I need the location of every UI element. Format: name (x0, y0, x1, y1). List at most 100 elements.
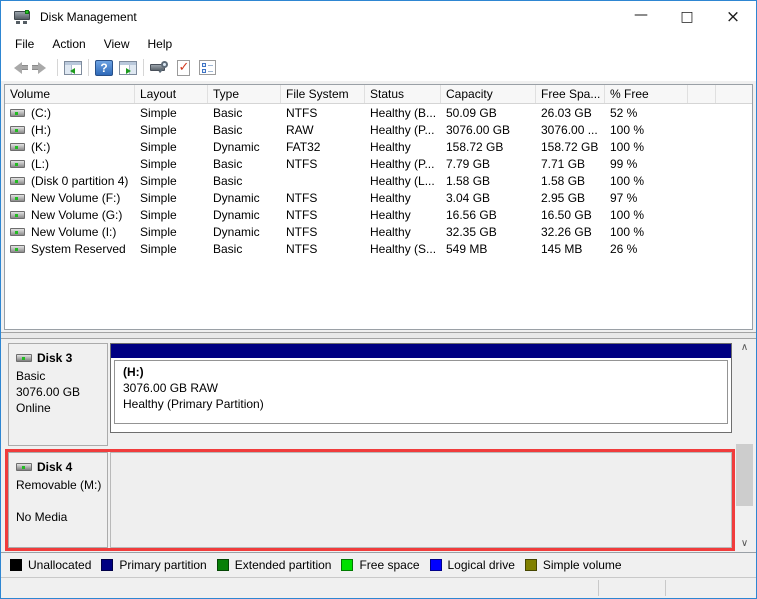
disk3-graph: (H:) 3076.00 GB RAW Healthy (Primary Par… (110, 343, 732, 446)
cell-type: Basic (208, 242, 281, 256)
menu-bar: File Action View Help (1, 33, 756, 54)
column-header-volume[interactable]: Volume (5, 85, 135, 103)
cell-percent-free: 52 % (605, 106, 688, 120)
cell-type: Dynamic (208, 225, 281, 239)
column-header-status[interactable]: Status (365, 85, 441, 103)
table-row[interactable]: New Volume (I:)SimpleDynamicNTFSHealthy3… (5, 223, 752, 240)
cell-type: Basic (208, 157, 281, 171)
cell-free-space: 26.03 GB (536, 106, 605, 120)
disk-icon (16, 463, 32, 471)
rescan-disks-button[interactable] (147, 56, 171, 79)
column-header-layout[interactable]: Layout (135, 85, 208, 103)
menu-help[interactable]: Help (139, 34, 182, 54)
disk4-graph[interactable] (110, 452, 732, 548)
disk3-status: Online (16, 400, 102, 416)
cell-free-space: 145 MB (536, 242, 605, 256)
check-document-icon: ✓ (177, 60, 190, 76)
show-action-pane-button[interactable] (116, 56, 140, 79)
menu-file[interactable]: File (6, 34, 43, 54)
cell-volume: (C:) (5, 106, 135, 120)
scroll-down-button[interactable]: ∨ (736, 535, 753, 552)
disk3-label-panel[interactable]: Disk 3 Basic 3076.00 GB Online (8, 343, 108, 446)
legend-label: Logical drive (448, 558, 515, 572)
cell-capacity: 549 MB (441, 242, 536, 256)
cell-file-system: NTFS (281, 191, 365, 205)
cell-free-space: 7.71 GB (536, 157, 605, 171)
cell-layout: Simple (135, 140, 208, 154)
cell-free-space: 32.26 GB (536, 225, 605, 239)
menu-view[interactable]: View (95, 34, 139, 54)
legend-label: Primary partition (119, 558, 206, 572)
volume-h-rect[interactable]: (H:) 3076.00 GB RAW Healthy (Primary Par… (110, 343, 732, 433)
column-header-file-system[interactable]: File System (281, 85, 365, 103)
legend-item: Free space (341, 558, 419, 572)
cell-type: Dynamic (208, 208, 281, 222)
cell-volume: (Disk 0 partition 4) (5, 174, 135, 188)
volume-h-size: 3076.00 GB RAW (123, 380, 719, 396)
cell-percent-free: 100 % (605, 123, 688, 137)
table-row[interactable]: (H:)SimpleBasicRAWHealthy (P...3076.00 G… (5, 121, 752, 138)
pane-splitter[interactable] (1, 332, 756, 339)
cell-capacity: 1.58 GB (441, 174, 536, 188)
disk4-row: Disk 4 Removable (M:) No Media (8, 452, 732, 548)
cell-percent-free: 100 % (605, 174, 688, 188)
maximize-button[interactable]: □ (664, 1, 710, 33)
column-header-capacity[interactable]: Capacity (441, 85, 536, 103)
scrollbar-thumb[interactable] (736, 444, 753, 506)
cell-percent-free: 26 % (605, 242, 688, 256)
table-row[interactable]: (Disk 0 partition 4)SimpleBasicHealthy (… (5, 172, 752, 189)
help-button[interactable]: ? (92, 56, 116, 79)
disk4-label-panel[interactable]: Disk 4 Removable (M:) No Media (8, 452, 108, 548)
column-header-percent-free[interactable]: % Free (605, 85, 688, 103)
client-area: Volume Layout Type File System Status Ca… (1, 81, 756, 598)
toolbar: ? ✓ (1, 54, 756, 81)
column-header-empty[interactable] (688, 85, 716, 103)
back-arrow-icon (8, 62, 28, 74)
cell-volume: System Reserved (5, 242, 135, 256)
volume-list-header: Volume Layout Type File System Status Ca… (5, 85, 752, 104)
cell-type: Basic (208, 106, 281, 120)
legend-item: Extended partition (217, 558, 332, 572)
cell-status: Healthy (S... (365, 242, 441, 256)
menu-action[interactable]: Action (43, 34, 94, 54)
table-row[interactable]: New Volume (G:)SimpleDynamicNTFSHealthy1… (5, 206, 752, 223)
scrollbar-track[interactable] (736, 356, 753, 535)
cell-layout: Simple (135, 242, 208, 256)
cell-layout: Simple (135, 225, 208, 239)
table-row[interactable]: (L:)SimpleBasicNTFSHealthy (P...7.79 GB7… (5, 155, 752, 172)
check-volume-button[interactable]: ✓ (171, 56, 195, 79)
close-button[interactable]: × (710, 1, 756, 33)
table-row[interactable]: (C:)SimpleBasicNTFSHealthy (B...50.09 GB… (5, 104, 752, 121)
chevron-up-icon: ∧ (741, 342, 748, 353)
help-icon: ? (95, 60, 113, 76)
cell-free-space: 2.95 GB (536, 191, 605, 205)
legend-label: Simple volume (543, 558, 622, 572)
minimize-button[interactable]: — (618, 1, 664, 33)
cell-layout: Simple (135, 106, 208, 120)
window-title: Disk Management (40, 10, 137, 24)
column-header-free-space[interactable]: Free Spa... (536, 85, 605, 103)
show-console-tree-button[interactable] (61, 56, 85, 79)
task-list-button[interactable] (195, 56, 219, 79)
column-header-filler (716, 85, 752, 103)
legend-label: Unallocated (28, 558, 91, 572)
cell-percent-free: 99 % (605, 157, 688, 171)
disk4-spacer (16, 493, 102, 509)
disk3-type: Basic (16, 368, 102, 384)
volume-h-info: (H:) 3076.00 GB RAW Healthy (Primary Par… (114, 360, 728, 424)
volume-icon (10, 109, 25, 117)
forward-button[interactable] (30, 56, 54, 79)
table-row[interactable]: (K:)SimpleDynamicFAT32Healthy158.72 GB15… (5, 138, 752, 155)
legend-item: Unallocated (10, 558, 91, 572)
disk-icon (16, 354, 32, 362)
table-row[interactable]: New Volume (F:)SimpleDynamicNTFSHealthy3… (5, 189, 752, 206)
volume-icon (10, 177, 25, 185)
cell-percent-free: 100 % (605, 225, 688, 239)
cell-volume: (L:) (5, 157, 135, 171)
scroll-up-button[interactable]: ∧ (736, 339, 753, 356)
volume-color-strip (111, 344, 731, 358)
back-button[interactable] (6, 56, 30, 79)
column-header-type[interactable]: Type (208, 85, 281, 103)
toolbar-separator (57, 59, 58, 76)
table-row[interactable]: System ReservedSimpleBasicNTFSHealthy (S… (5, 240, 752, 257)
